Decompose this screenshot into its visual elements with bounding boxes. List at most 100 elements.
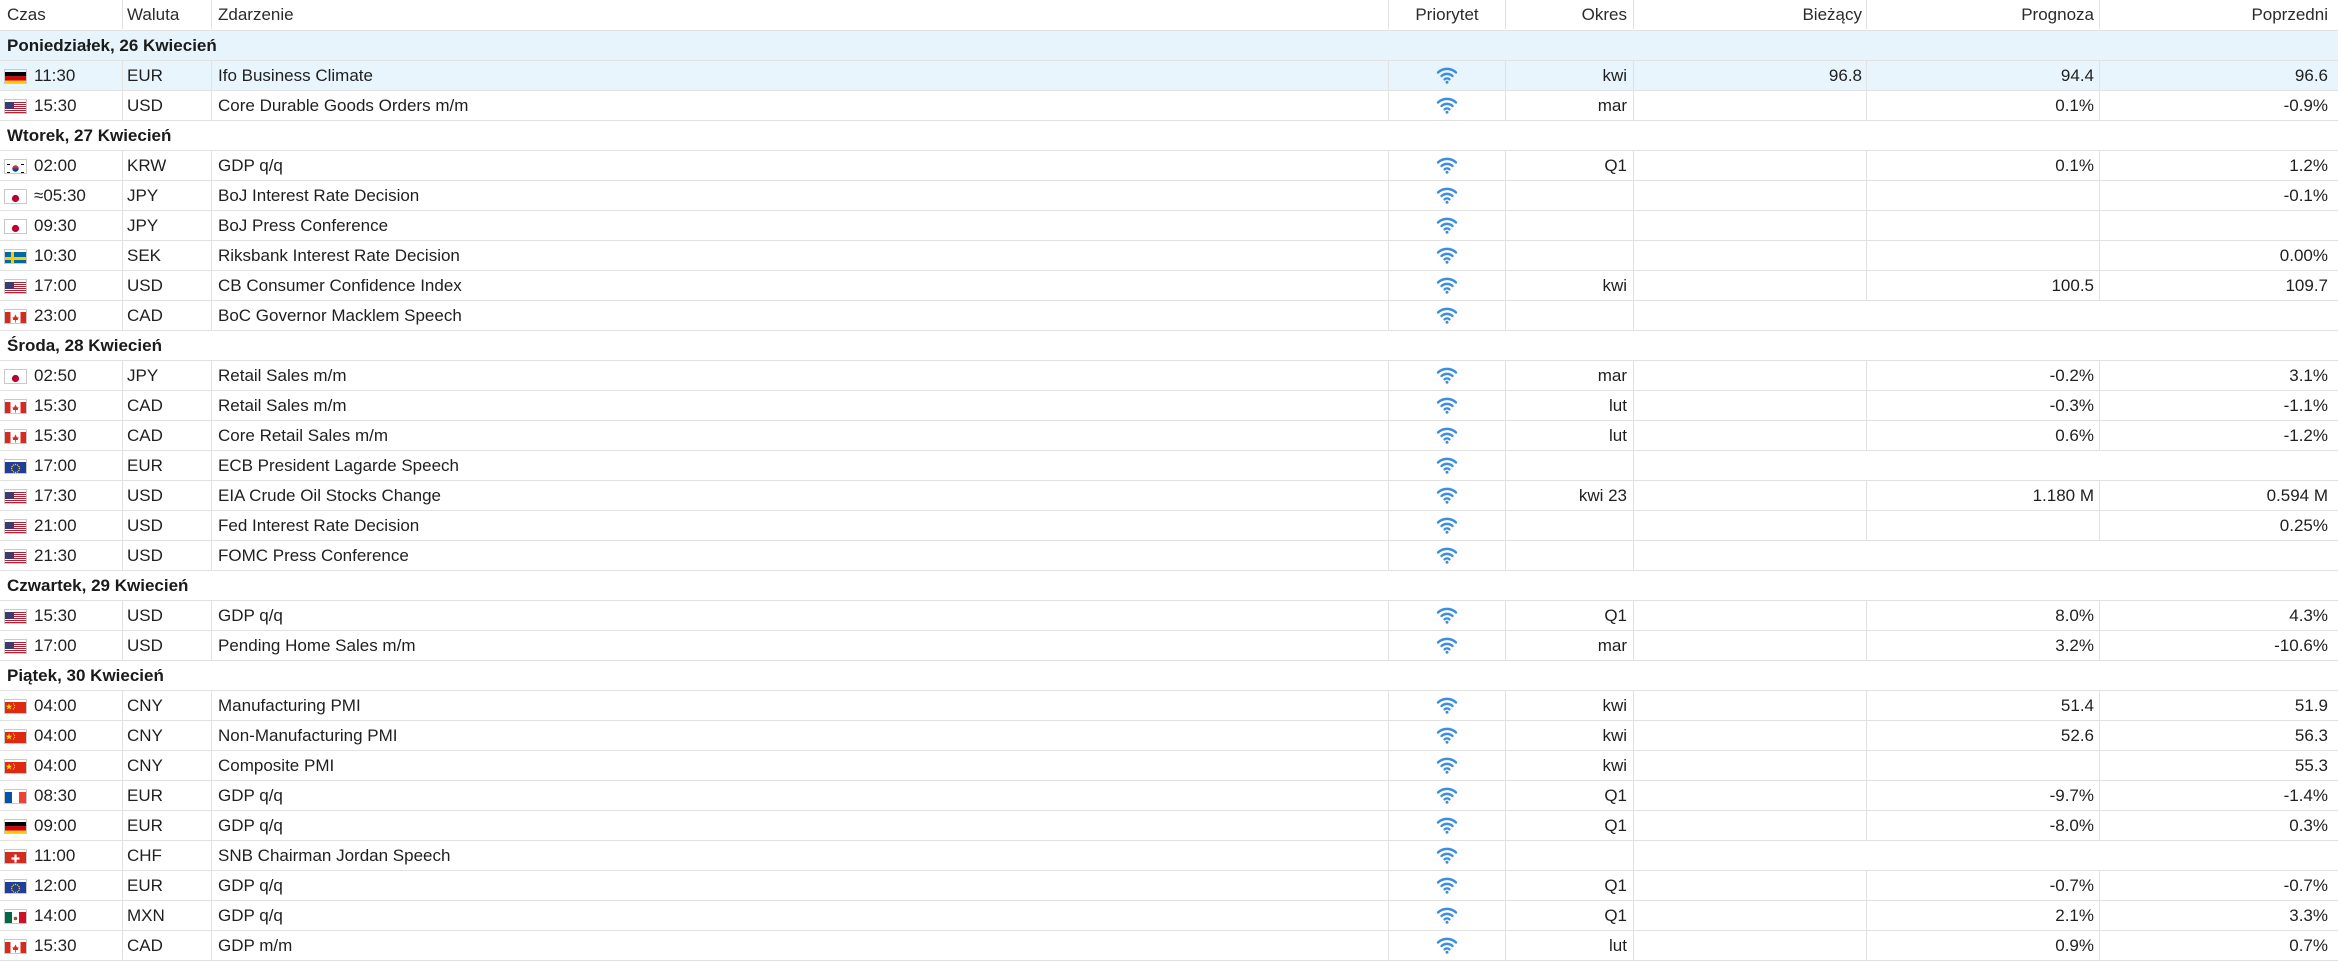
event-priority xyxy=(1388,451,1505,480)
event-row[interactable]: 10:30 SEK Riksbank Interest Rate Decision 0… xyxy=(0,241,2338,271)
event-row[interactable]: 11:00 CHF SNB Chairman Jordan Speech xyxy=(0,841,2338,871)
event-currency: USD xyxy=(122,91,211,120)
event-actual xyxy=(1633,721,1866,750)
flag-ch-icon xyxy=(4,849,27,864)
event-row[interactable]: 23:00 CAD BoC Governor Macklem Speech xyxy=(0,301,2338,331)
event-row[interactable]: ≈05:30 JPY BoJ Interest Rate Decision -0.1% xyxy=(0,181,2338,211)
event-row[interactable]: 15:30 CAD Core Retail Sales m/m lut 0.6% -1.2… xyxy=(0,421,2338,451)
event-row[interactable]: 11:30 EUR Ifo Business Climate kwi 96.8 94.4 9… xyxy=(0,61,2338,91)
event-period: kwi xyxy=(1505,751,1633,780)
day-header-row: Środa, 28 Kwiecień xyxy=(0,331,2338,361)
event-previous: 0.594 M xyxy=(2099,481,2338,510)
event-row[interactable]: 15:30 CAD GDP m/m lut 0.9% 0.7% xyxy=(0,931,2338,961)
flag-mx-icon xyxy=(4,909,27,924)
event-row[interactable]: 21:00 USD Fed Interest Rate Decision 0.25% xyxy=(0,511,2338,541)
event-row[interactable]: 09:30 JPY BoJ Press Conference xyxy=(0,211,2338,241)
column-header-event[interactable]: Zdarzenie xyxy=(211,0,1388,29)
event-forecast: 3.2% xyxy=(1866,631,2099,660)
event-row[interactable]: 15:30 USD Core Durable Goods Orders m/m mar… xyxy=(0,91,2338,121)
event-currency: CNY xyxy=(122,751,211,780)
column-header-time[interactable]: Czas xyxy=(0,0,122,29)
event-row[interactable]: 17:00 USD CB Consumer Confidence Index kwi 1… xyxy=(0,271,2338,301)
event-priority xyxy=(1388,721,1505,750)
event-period: Q1 xyxy=(1505,901,1633,930)
wifi-signal-icon xyxy=(1436,186,1458,205)
column-header-previous[interactable]: Poprzedni xyxy=(2099,0,2338,29)
event-actual xyxy=(1633,241,1866,270)
event-period: Q1 xyxy=(1505,781,1633,810)
wifi-signal-icon xyxy=(1436,366,1458,385)
event-row[interactable]: 12:00 EUR GDP q/q Q1 -0.7% -0.7% xyxy=(0,871,2338,901)
column-header-priority[interactable]: Priorytet xyxy=(1388,0,1505,29)
wifi-signal-icon xyxy=(1436,696,1458,715)
flag-ca-icon xyxy=(4,429,27,444)
day-label: Piątek, 30 Kwiecień xyxy=(7,666,164,685)
event-name: SNB Chairman Jordan Speech xyxy=(211,841,1388,870)
event-priority xyxy=(1388,811,1505,840)
event-row[interactable]: 08:30 EUR GDP q/q Q1 -9.7% -1.4% xyxy=(0,781,2338,811)
event-forecast: -0.7% xyxy=(1866,871,2099,900)
wifi-signal-icon xyxy=(1436,66,1458,85)
event-row[interactable]: 15:30 USD GDP q/q Q1 8.0% 4.3% xyxy=(0,601,2338,631)
day-header-row: Wtorek, 27 Kwiecień xyxy=(0,121,2338,151)
event-row[interactable]: 17:00 USD Pending Home Sales m/m mar 3.2% -10… xyxy=(0,631,2338,661)
event-row[interactable]: 04:00 CNY Manufacturing PMI kwi 51.4 51.9 xyxy=(0,691,2338,721)
event-forecast: 0.1% xyxy=(1866,151,2099,180)
event-period: kwi xyxy=(1505,271,1633,300)
event-period xyxy=(1505,211,1633,240)
event-actual xyxy=(1633,181,1866,210)
event-actual xyxy=(1633,781,1866,810)
event-priority xyxy=(1388,901,1505,930)
event-row[interactable]: 15:30 CAD Retail Sales m/m lut -0.3% -1.1% xyxy=(0,391,2338,421)
event-name: GDP q/q xyxy=(211,781,1388,810)
event-period: mar xyxy=(1505,631,1633,660)
event-period: kwi xyxy=(1505,61,1633,90)
event-previous: -1.2% xyxy=(2099,421,2338,450)
event-row[interactable]: 17:30 USD EIA Crude Oil Stocks Change kwi 2… xyxy=(0,481,2338,511)
event-currency: SEK xyxy=(122,241,211,270)
event-name: Composite PMI xyxy=(211,751,1388,780)
event-row[interactable]: 02:50 JPY Retail Sales m/m mar -0.2% 3.1% xyxy=(0,361,2338,391)
day-label: Wtorek, 27 Kwiecień xyxy=(7,126,172,145)
event-previous: 96.6 xyxy=(2099,61,2338,90)
event-previous: 109.7 xyxy=(2099,271,2338,300)
event-priority xyxy=(1388,871,1505,900)
event-priority xyxy=(1388,511,1505,540)
event-period: lut xyxy=(1505,391,1633,420)
event-row[interactable]: 14:00 MXN GDP q/q Q1 2.1% 3.3% xyxy=(0,901,2338,931)
event-row[interactable]: 21:30 USD FOMC Press Conference xyxy=(0,541,2338,571)
wifi-signal-icon xyxy=(1436,396,1458,415)
wifi-signal-icon xyxy=(1436,816,1458,835)
wifi-signal-icon xyxy=(1436,726,1458,745)
event-name: Riksbank Interest Rate Decision xyxy=(211,241,1388,270)
flag-ca-icon xyxy=(4,309,27,324)
event-currency: JPY xyxy=(122,211,211,240)
event-currency: USD xyxy=(122,511,211,540)
event-values-merged xyxy=(1633,451,2338,480)
event-row[interactable]: 04:00 CNY Composite PMI kwi 55.3 xyxy=(0,751,2338,781)
column-header-currency[interactable]: Waluta xyxy=(122,0,211,29)
economic-calendar: Czas Waluta Zdarzenie Priorytet Okres Bi… xyxy=(0,0,2338,961)
event-name: Non-Manufacturing PMI xyxy=(211,721,1388,750)
event-row[interactable]: 02:00 KRW GDP q/q Q1 0.1% 1.2% xyxy=(0,151,2338,181)
event-name: GDP q/q xyxy=(211,901,1388,930)
event-name: Retail Sales m/m xyxy=(211,391,1388,420)
event-actual xyxy=(1633,211,1866,240)
event-priority xyxy=(1388,631,1505,660)
event-row[interactable]: 09:00 EUR GDP q/q Q1 -8.0% 0.3% xyxy=(0,811,2338,841)
wifi-signal-icon xyxy=(1436,936,1458,955)
column-header-period[interactable]: Okres xyxy=(1505,0,1633,29)
event-name: CB Consumer Confidence Index xyxy=(211,271,1388,300)
column-header-forecast[interactable]: Prognoza xyxy=(1866,0,2099,29)
column-header-actual[interactable]: Bieżący xyxy=(1633,0,1866,29)
event-previous: 3.3% xyxy=(2099,901,2338,930)
flag-kr-icon xyxy=(4,159,27,174)
event-actual xyxy=(1633,751,1866,780)
wifi-signal-icon xyxy=(1436,246,1458,265)
event-currency: JPY xyxy=(122,361,211,390)
event-row[interactable]: 17:00 EUR ECB President Lagarde Speech xyxy=(0,451,2338,481)
event-forecast: 0.1% xyxy=(1866,91,2099,120)
event-row[interactable]: 04:00 CNY Non-Manufacturing PMI kwi 52.6 56.3 xyxy=(0,721,2338,751)
event-period: Q1 xyxy=(1505,871,1633,900)
event-name: BoJ Press Conference xyxy=(211,211,1388,240)
